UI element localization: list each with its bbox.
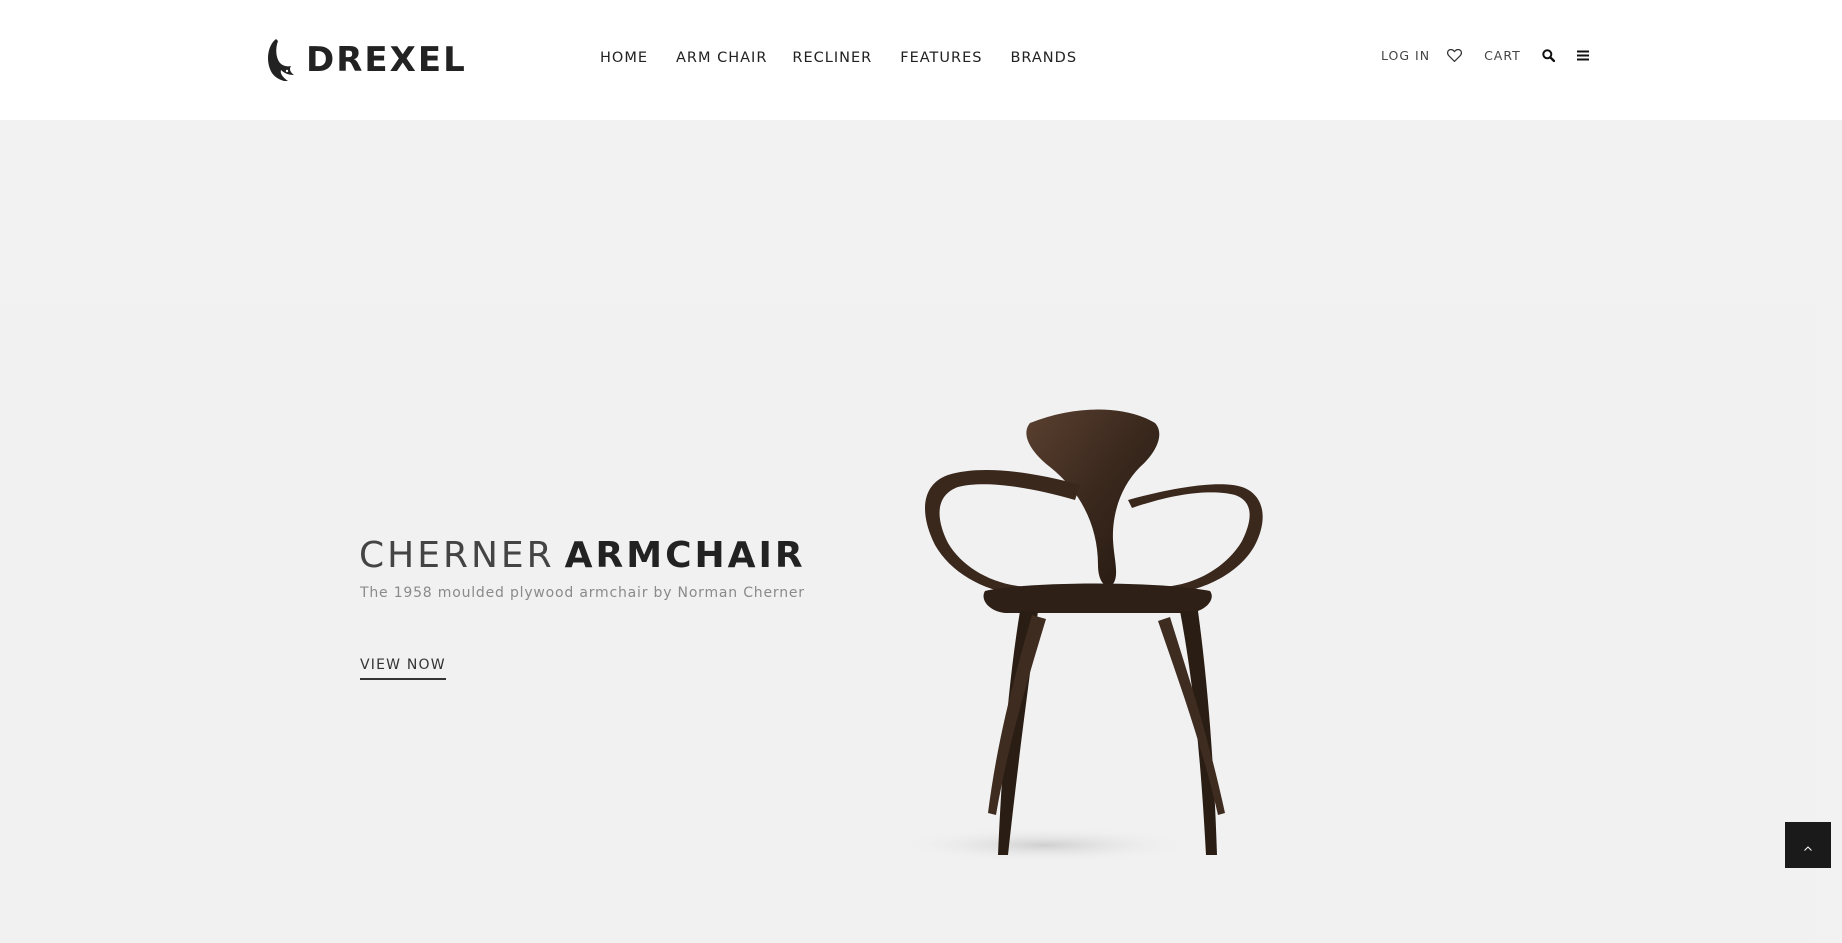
utility-navigation: LOG IN CART	[1381, 48, 1589, 63]
hamburger-menu-icon[interactable]	[1576, 50, 1589, 61]
hero-subtitle: The 1958 moulded plywood armchair by Nor…	[360, 585, 805, 601]
nav-features[interactable]: FEATURES	[900, 50, 982, 66]
back-to-top-button[interactable]	[1785, 822, 1831, 868]
nav-brands[interactable]: BRANDS	[1010, 50, 1077, 66]
chevron-up-icon	[1804, 836, 1812, 855]
search-icon[interactable]	[1542, 49, 1555, 62]
nav-arm-chair[interactable]: ARM CHAIR	[676, 50, 767, 66]
hero-title-light: CHERNER	[359, 535, 555, 576]
nav-home[interactable]: HOME	[600, 50, 648, 66]
brand-name: DREXEL	[306, 40, 467, 80]
hero-title: CHERNER ARMCHAIR	[359, 535, 806, 576]
hero-title-bold: ARMCHAIR	[564, 535, 806, 576]
cherner-armchair-image	[880, 405, 1340, 870]
nav-recliner[interactable]: RECLINER	[792, 50, 872, 66]
login-link[interactable]: LOG IN	[1381, 48, 1430, 63]
brand-logo[interactable]: DREXEL	[262, 36, 467, 84]
site-header: DREXEL HOME ARM CHAIR RECLINER FEATURES …	[0, 0, 1842, 120]
cat-logo-icon	[262, 37, 298, 83]
view-now-button[interactable]: VIEW NOW	[360, 657, 446, 680]
main-navigation: HOME ARM CHAIR RECLINER FEATURES BRANDS	[600, 50, 1077, 66]
heart-icon[interactable]	[1447, 49, 1463, 62]
cart-link[interactable]: CART	[1484, 48, 1521, 63]
